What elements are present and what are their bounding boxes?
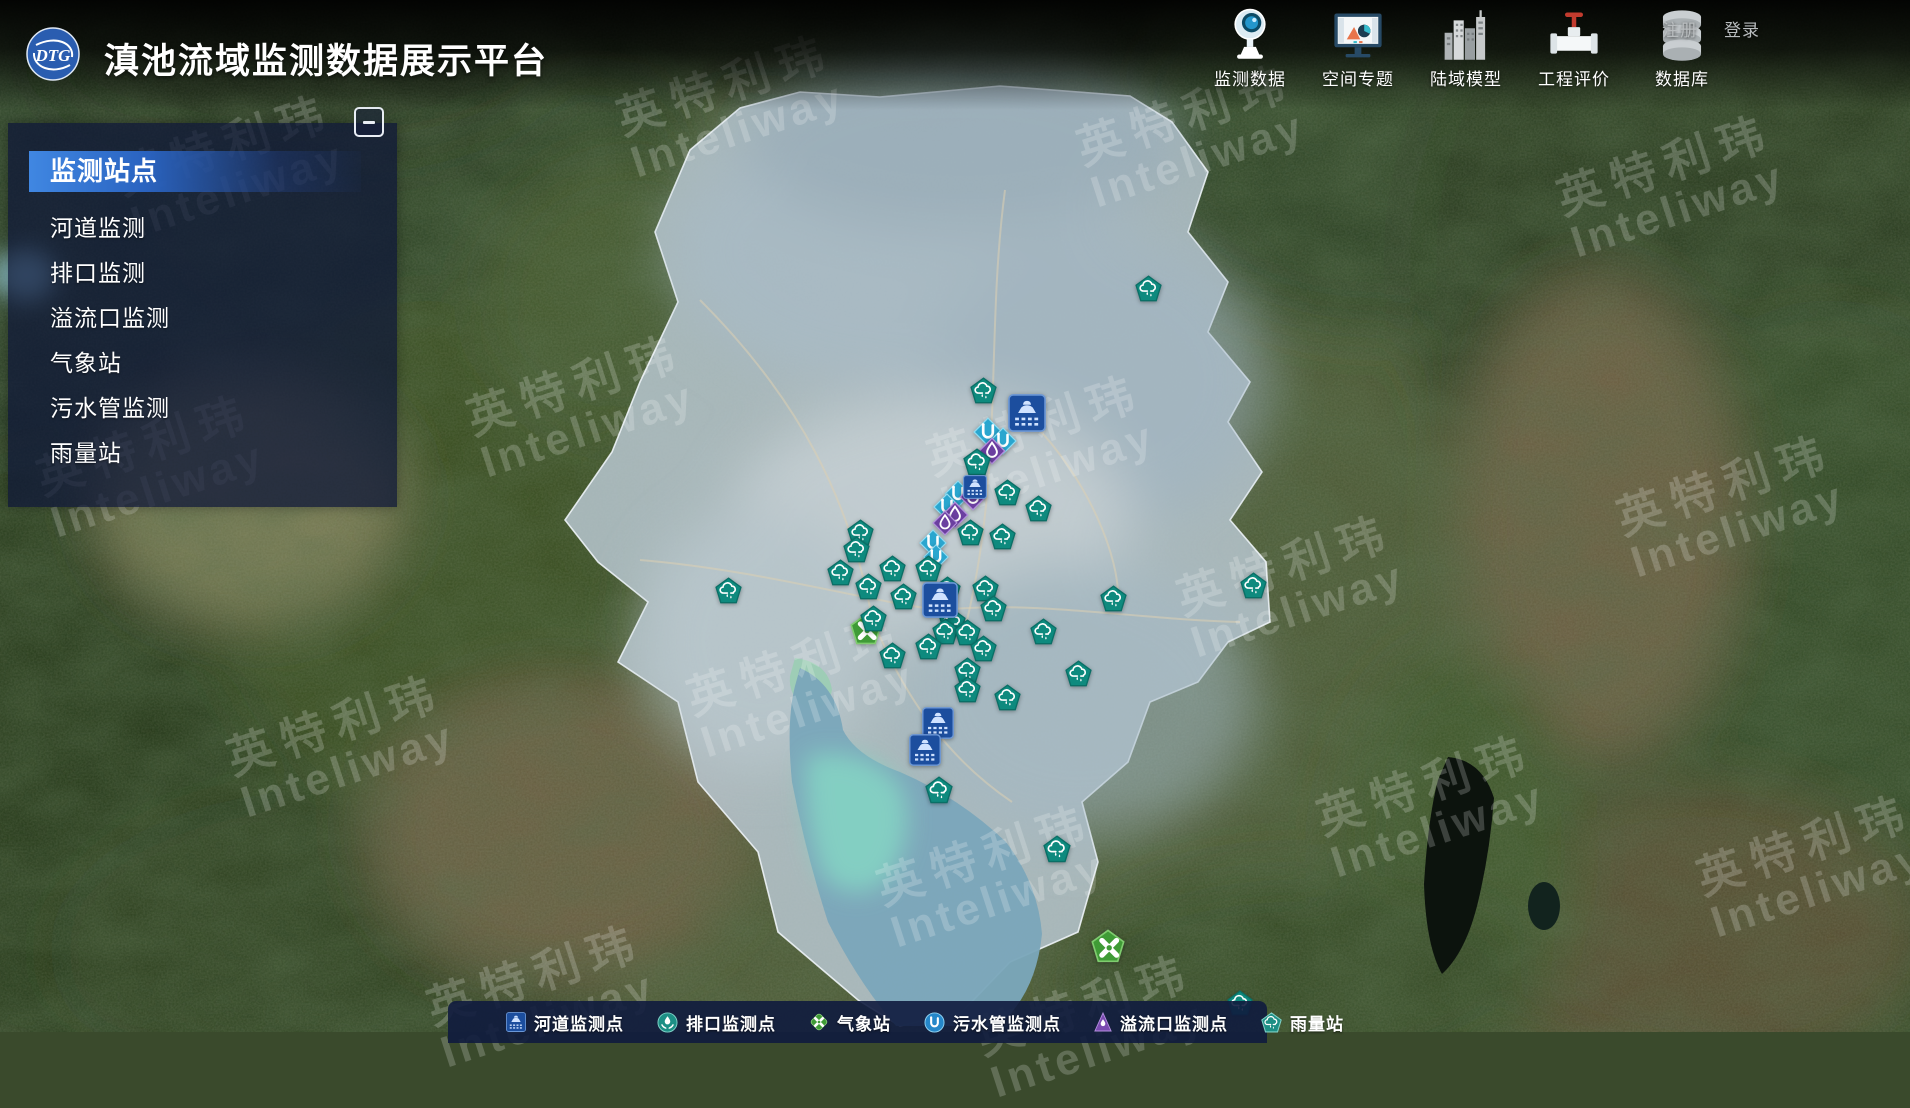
app-logo: DTG <box>26 27 80 81</box>
river-station-icon <box>506 1012 526 1032</box>
weather-station-icon <box>809 1012 829 1032</box>
legend-label: 污水管监测点 <box>953 1010 1061 1035</box>
rain-station-marker[interactable] <box>1100 585 1127 617</box>
svg-text:DTG: DTG <box>35 46 72 65</box>
nav-item-land-model[interactable]: 陆域模型 <box>1412 6 1520 90</box>
rain-station-marker[interactable] <box>879 642 906 674</box>
register-link[interactable]: 注册 <box>1662 16 1698 41</box>
nav-label: 陆域模型 <box>1430 65 1502 90</box>
nav-label: 监测数据 <box>1214 65 1286 90</box>
rain-station-marker[interactable] <box>715 577 742 609</box>
panel-title[interactable]: 监测站点 <box>29 151 361 192</box>
webcam-icon <box>1224 6 1276 62</box>
rain-station-marker[interactable] <box>915 633 942 665</box>
nav-item-project-eval[interactable]: 工程评价 <box>1520 6 1628 90</box>
sidebar-item-outfall-monitor[interactable]: 排口监测 <box>8 251 397 296</box>
monitor-chart-icon <box>1331 6 1385 62</box>
map-legend-bar: 河道监测点 排口监测点 气象站 污水管监测点 溢流口监测点 雨量站 <box>448 1001 1267 1043</box>
legend-item-outfall[interactable]: 排口监测点 <box>657 1010 776 1035</box>
rain-station-marker[interactable] <box>980 595 1007 627</box>
nav-label: 工程评价 <box>1538 65 1610 90</box>
river-station-marker[interactable] <box>963 475 987 504</box>
top-nav: 监测数据 空间专题 陆域模型 <box>1196 6 1736 90</box>
legend-label: 气象站 <box>837 1010 891 1035</box>
rain-station-marker[interactable] <box>1240 572 1267 604</box>
legend-item-rain[interactable]: 雨量站 <box>1261 1010 1344 1035</box>
legend-label: 河道监测点 <box>534 1010 624 1035</box>
panel-item-list: 河道监测排口监测溢流口监测气象站污水管监测雨量站 <box>8 206 397 476</box>
nav-item-monitoring-data[interactable]: 监测数据 <box>1196 6 1304 90</box>
nav-label: 空间专题 <box>1322 65 1394 90</box>
rain-station-marker[interactable] <box>970 377 997 409</box>
rain-station-marker[interactable] <box>1135 275 1162 307</box>
sewer-station-icon <box>924 1012 945 1033</box>
rain-station-marker[interactable] <box>860 605 887 637</box>
auth-links: 注册 登录 <box>1662 16 1760 41</box>
pipe-valve-icon <box>1547 6 1601 62</box>
overflow-station-marker[interactable] <box>931 509 959 542</box>
sidebar-item-overflow-monitor[interactable]: 溢流口监测 <box>8 296 397 341</box>
rain-station-marker[interactable] <box>954 676 981 708</box>
legend-item-weather[interactable]: 气象站 <box>809 1010 891 1035</box>
rain-station-marker[interactable] <box>827 559 854 591</box>
legend-item-overflow[interactable]: 溢流口监测点 <box>1094 1010 1228 1035</box>
rain-station-marker[interactable] <box>989 523 1016 555</box>
monitoring-stations-panel: 监测站点 河道监测排口监测溢流口监测气象站污水管监测雨量站 <box>8 123 397 507</box>
sidebar-item-rain-station[interactable]: 雨量站 <box>8 431 397 476</box>
sidebar-item-river-monitor[interactable]: 河道监测 <box>8 206 397 251</box>
rain-station-marker[interactable] <box>1025 495 1052 527</box>
rain-station-icon <box>1261 1012 1282 1033</box>
minus-icon <box>363 121 375 124</box>
river-station-marker[interactable] <box>1008 394 1046 437</box>
legend-item-sewer[interactable]: 污水管监测点 <box>924 1010 1061 1035</box>
legend-label: 溢流口监测点 <box>1120 1010 1228 1035</box>
rain-station-marker[interactable] <box>994 479 1021 511</box>
rain-station-marker[interactable] <box>957 519 984 551</box>
rain-station-marker[interactable] <box>994 684 1021 716</box>
river-station-marker[interactable] <box>909 734 941 771</box>
rain-station-marker[interactable] <box>890 583 917 615</box>
weather-station-marker[interactable] <box>1091 929 1125 968</box>
rain-station-marker[interactable] <box>1043 835 1071 868</box>
sidebar-item-sewer-monitor[interactable]: 污水管监测 <box>8 386 397 431</box>
rain-station-marker[interactable] <box>1030 618 1057 650</box>
legend-label: 排口监测点 <box>686 1010 776 1035</box>
outfall-station-icon <box>657 1012 678 1033</box>
sidebar-item-weather-station[interactable]: 气象站 <box>8 341 397 386</box>
legend-label: 雨量站 <box>1290 1010 1344 1035</box>
rain-station-marker[interactable] <box>855 573 882 605</box>
overflow-station-icon <box>1094 1012 1112 1032</box>
login-link[interactable]: 登录 <box>1724 16 1760 41</box>
panel-minimize-button[interactable] <box>354 107 384 137</box>
city-buildings-icon <box>1439 6 1493 62</box>
legend-item-river[interactable]: 河道监测点 <box>506 1010 624 1035</box>
rain-station-marker[interactable] <box>1065 660 1092 692</box>
rain-station-marker[interactable] <box>925 776 953 809</box>
nav-item-spatial-theme[interactable]: 空间专题 <box>1304 6 1412 90</box>
page-title: 滇池流域监测数据展示平台 <box>104 33 548 84</box>
nav-label: 数据库 <box>1655 65 1709 90</box>
river-station-marker[interactable] <box>922 582 958 623</box>
